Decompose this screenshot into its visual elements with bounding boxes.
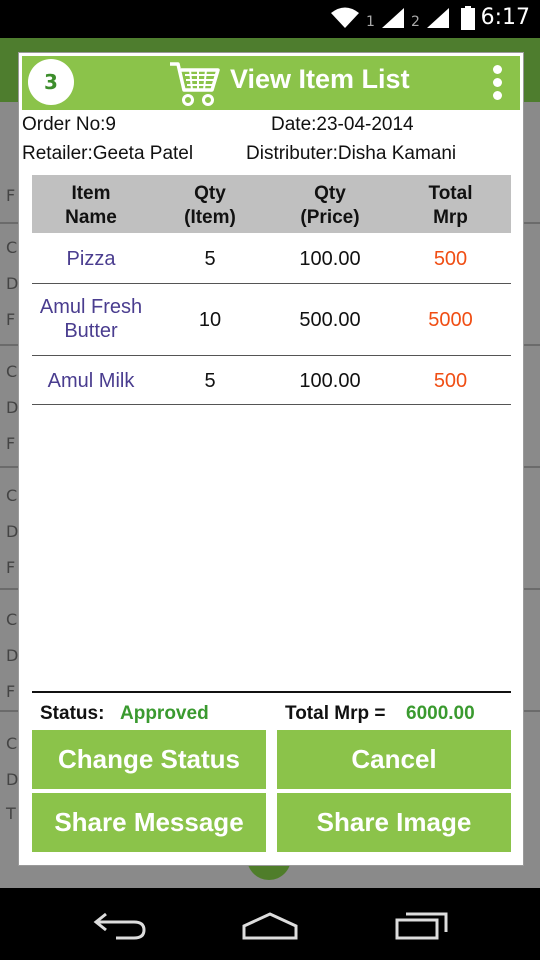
table-header: Item Name Qty (Item) Qty (Price) Total Mrp bbox=[32, 175, 511, 233]
background-letter: C bbox=[6, 362, 18, 381]
cancel-button[interactable]: Cancel bbox=[277, 730, 511, 789]
item-price: 100.00 bbox=[299, 370, 361, 392]
signal-icon bbox=[382, 8, 404, 28]
overflow-menu-icon[interactable] bbox=[490, 62, 504, 106]
background-letter: T bbox=[6, 804, 16, 823]
back-icon[interactable] bbox=[92, 910, 148, 940]
change-status-button[interactable]: Change Status bbox=[32, 730, 266, 789]
item-name: Amul Fresh Butter bbox=[39, 296, 143, 342]
background-letter: D bbox=[6, 522, 19, 541]
background-letter: F bbox=[6, 310, 16, 329]
column-header-total-mrp: Total Mrp bbox=[428, 183, 473, 228]
footer-divider bbox=[32, 691, 511, 693]
distributer-name: Distributer:Disha Kamani bbox=[246, 143, 457, 164]
item-total-mrp: 5000 bbox=[428, 309, 473, 331]
sim2-label: 2 bbox=[411, 14, 420, 30]
table-row[interactable]: Amul Fresh Butter 10 500.00 5000 bbox=[32, 284, 511, 356]
background-letter: C bbox=[6, 486, 18, 505]
background-letter: F bbox=[6, 682, 16, 701]
order-count-badge: 3 bbox=[28, 59, 74, 105]
item-price: 500.00 bbox=[299, 309, 361, 331]
item-qty: 10 bbox=[198, 309, 222, 331]
background-letter: C bbox=[6, 238, 18, 257]
item-total-mrp: 500 bbox=[433, 248, 468, 270]
wifi-icon bbox=[331, 7, 359, 28]
battery-icon bbox=[461, 6, 475, 30]
item-name: Pizza bbox=[66, 248, 116, 270]
background-letter: D bbox=[6, 274, 19, 293]
clock: 6:17 bbox=[480, 5, 530, 30]
recents-icon[interactable] bbox=[394, 910, 450, 940]
table-row[interactable]: Amul Milk 5 100.00 500 bbox=[32, 356, 511, 405]
signal-icon bbox=[427, 8, 449, 28]
retailer-name: Retailer:Geeta Patel bbox=[22, 143, 194, 164]
item-price: 100.00 bbox=[299, 248, 361, 270]
background-letter: D bbox=[6, 646, 19, 665]
sim1-label: 1 bbox=[366, 14, 375, 30]
background-letter: F bbox=[6, 186, 16, 205]
background-letter: F bbox=[6, 434, 16, 453]
item-qty: 5 bbox=[204, 370, 216, 392]
cart-icon bbox=[170, 62, 220, 106]
background-letter: D bbox=[6, 770, 19, 789]
share-message-button[interactable]: Share Message bbox=[32, 793, 266, 852]
background-letter: C bbox=[6, 734, 18, 753]
item-name: Amul Milk bbox=[47, 370, 135, 392]
table-row[interactable]: Pizza 5 100.00 500 bbox=[32, 235, 511, 284]
total-mrp-label: Total Mrp = bbox=[285, 703, 386, 724]
navigation-bar bbox=[0, 888, 540, 960]
order-number: Order No:9 bbox=[22, 114, 116, 135]
column-header-qty-price: Qty (Price) bbox=[300, 183, 360, 228]
total-mrp-value: 6000.00 bbox=[406, 703, 475, 724]
dialog-title: View Item List bbox=[230, 64, 410, 94]
column-header-item-name: Item Name bbox=[65, 183, 117, 228]
status-label: Status: bbox=[40, 703, 105, 724]
column-header-qty-item: Qty (Item) bbox=[184, 183, 236, 228]
status-value: Approved bbox=[120, 703, 209, 724]
view-item-list-dialog: 3 View Item List Order No:9 Date:23-04-2… bbox=[18, 52, 524, 866]
status-bar: 1 2 6:17 bbox=[0, 0, 540, 38]
item-total-mrp: 500 bbox=[433, 370, 468, 392]
background-letter: F bbox=[6, 558, 16, 577]
order-date: Date:23-04-2014 bbox=[271, 114, 414, 135]
share-image-button[interactable]: Share Image bbox=[277, 793, 511, 852]
background-letter: D bbox=[6, 398, 19, 417]
item-qty: 5 bbox=[204, 248, 216, 270]
home-icon[interactable] bbox=[240, 910, 300, 940]
background-letter: C bbox=[6, 610, 18, 629]
dialog-header: 3 View Item List bbox=[22, 56, 520, 110]
